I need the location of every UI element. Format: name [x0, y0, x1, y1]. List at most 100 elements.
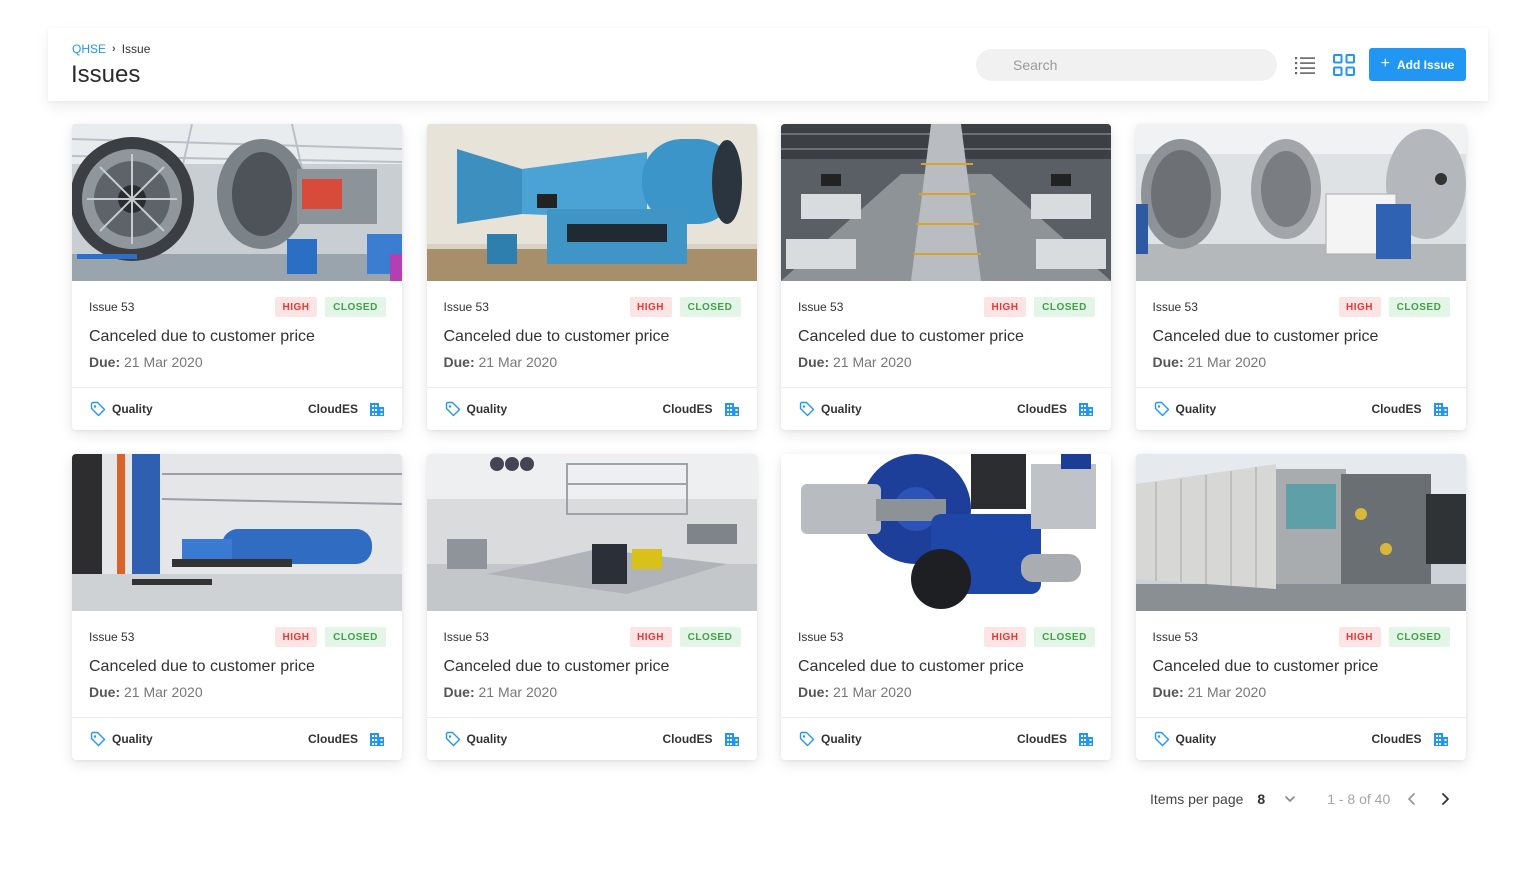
search-input[interactable] [976, 49, 1277, 81]
add-issue-button[interactable]: + Add Issue [1369, 48, 1466, 81]
org-label: CloudES [1017, 402, 1067, 416]
pagination: Items per page 8 1 - 8 of 40 [1150, 788, 1453, 810]
org-label: CloudES [662, 732, 713, 746]
status-badge: CLOSED [1388, 297, 1450, 317]
org-label: CloudES [308, 402, 358, 416]
priority-badge: HIGH [1338, 627, 1381, 647]
issue-card[interactable]: Issue 53 HIGH CLOSED Canceled due to cus… [72, 124, 402, 430]
status-badge: CLOSED [679, 297, 741, 317]
org-label: CloudES [308, 732, 358, 746]
status-badge: CLOSED [1034, 297, 1095, 317]
status-badge: CLOSED [325, 627, 386, 647]
org-label: CloudES [1017, 732, 1067, 746]
card-footer: Quality CloudES [72, 718, 402, 760]
building-icon [1079, 733, 1093, 746]
issue-card[interactable]: Issue 53 HIGH CLOSED Canceled due to cus… [1135, 124, 1466, 430]
issue-card[interactable]: Issue 53 HIGH CLOSED Canceled due to cus… [426, 124, 757, 430]
issue-title[interactable]: Canceled due to customer price [798, 328, 1024, 346]
due-date: Due: 21 Mar 2020 [798, 684, 912, 700]
card-body: Issue 53 HIGH CLOSED Canceled due to cus… [781, 281, 1111, 388]
issue-title[interactable]: Canceled due to customer price [798, 658, 1024, 676]
breadcrumb-current: Issue [121, 42, 151, 56]
card-footer: Quality CloudES [781, 388, 1111, 430]
issue-title[interactable]: Canceled due to customer price [89, 658, 315, 676]
list-view-button[interactable] [1293, 53, 1317, 77]
chevron-left-icon[interactable] [1404, 791, 1420, 807]
priority-badge: HIGH [984, 297, 1026, 317]
issue-title[interactable]: Canceled due to customer price [89, 328, 315, 346]
issue-title[interactable]: Canceled due to customer price [1153, 658, 1379, 676]
status-badge: CLOSED [1388, 627, 1450, 647]
tag-icon [799, 731, 815, 747]
priority-badge: HIGH [275, 297, 317, 317]
issue-card[interactable]: Issue 53 HIGH CLOSED Canceled due to cus… [1135, 454, 1466, 760]
due-date: Due: 21 Mar 2020 [1152, 684, 1267, 700]
due-date: Due: 21 Mar 2020 [443, 684, 558, 700]
issue-card-grid: Issue 53 HIGH CLOSED Canceled due to cus… [72, 124, 1466, 760]
org-label: CloudES [662, 402, 713, 416]
category-label: Quality [1175, 732, 1217, 746]
category-label: Quality [1175, 402, 1217, 416]
priority-badge: HIGH [275, 627, 317, 647]
issue-title[interactable]: Canceled due to customer price [444, 328, 670, 346]
priority-badge: HIGH [629, 297, 672, 317]
building-icon [370, 733, 384, 746]
building-icon [370, 403, 384, 416]
building-icon [724, 733, 739, 746]
category-label: Quality [821, 732, 862, 746]
issue-id: Issue 53 [798, 300, 844, 314]
card-footer: Quality CloudES [72, 388, 402, 430]
category-label: Quality [466, 732, 508, 746]
items-per-page-select[interactable]: 8 [1257, 791, 1265, 807]
status-badge: CLOSED [1034, 627, 1095, 647]
issue-card[interactable]: Issue 53 HIGH CLOSED Canceled due to cus… [72, 454, 402, 760]
issue-image-clean-room [426, 454, 757, 611]
tag-icon [90, 401, 106, 417]
card-body: Issue 53 HIGH CLOSED Canceled due to cus… [426, 281, 757, 388]
due-date: Due: 21 Mar 2020 [443, 354, 558, 370]
grid-view-button[interactable] [1332, 53, 1356, 77]
issue-image-wind-tunnel [426, 124, 757, 281]
breadcrumb-separator-icon: › [112, 43, 116, 55]
card-footer: Quality CloudES [427, 388, 757, 430]
issue-card[interactable]: Issue 53 HIGH CLOSED Canceled due to cus… [781, 454, 1111, 760]
org-label: CloudES [1371, 402, 1422, 416]
issue-id: Issue 53 [443, 300, 489, 314]
issue-id: Issue 53 [89, 300, 135, 314]
tag-icon [1154, 731, 1169, 747]
page-range: 1 - 8 of 40 [1327, 791, 1391, 807]
breadcrumb-link-qhse[interactable]: QHSE [72, 42, 106, 56]
building-icon [1433, 733, 1448, 746]
status-badge: CLOSED [679, 627, 741, 647]
issue-title[interactable]: Canceled due to customer price [444, 658, 670, 676]
issue-card[interactable]: Issue 53 HIGH CLOSED Canceled due to cus… [781, 124, 1111, 430]
building-icon [724, 403, 739, 416]
card-footer: Quality CloudES [781, 718, 1111, 760]
grid-view-icon [1333, 54, 1355, 76]
breadcrumb: QHSE › Issue [72, 42, 150, 56]
card-body: Issue 53 HIGH CLOSED Canceled due to cus… [72, 611, 402, 718]
issue-image-fuselage [781, 124, 1111, 281]
issue-image-burner [781, 454, 1111, 611]
card-body: Issue 53 HIGH CLOSED Canceled due to cus… [426, 611, 757, 718]
issue-id: Issue 53 [1152, 630, 1198, 644]
issue-image-jet-engine [72, 124, 402, 281]
category-label: Quality [466, 402, 508, 416]
category-label: Quality [112, 402, 153, 416]
chevron-down-icon[interactable] [1283, 792, 1297, 806]
due-date: Due: 21 Mar 2020 [1152, 354, 1267, 370]
priority-badge: HIGH [1338, 297, 1381, 317]
priority-badge: HIGH [629, 627, 672, 647]
issue-title[interactable]: Canceled due to customer price [1153, 328, 1379, 346]
due-date: Due: 21 Mar 2020 [798, 354, 912, 370]
page-header: QHSE › Issue Issues + Add Issue [48, 28, 1488, 101]
card-footer: Quality CloudES [1136, 718, 1466, 760]
card-footer: Quality CloudES [1136, 388, 1466, 430]
card-body: Issue 53 HIGH CLOSED Canceled due to cus… [72, 281, 402, 388]
issue-card[interactable]: Issue 53 HIGH CLOSED Canceled due to cus… [426, 454, 757, 760]
items-per-page-label: Items per page [1150, 791, 1244, 807]
chevron-right-icon[interactable] [1437, 791, 1453, 807]
issue-id: Issue 53 [798, 630, 844, 644]
priority-badge: HIGH [984, 627, 1026, 647]
issue-id: Issue 53 [89, 630, 135, 644]
